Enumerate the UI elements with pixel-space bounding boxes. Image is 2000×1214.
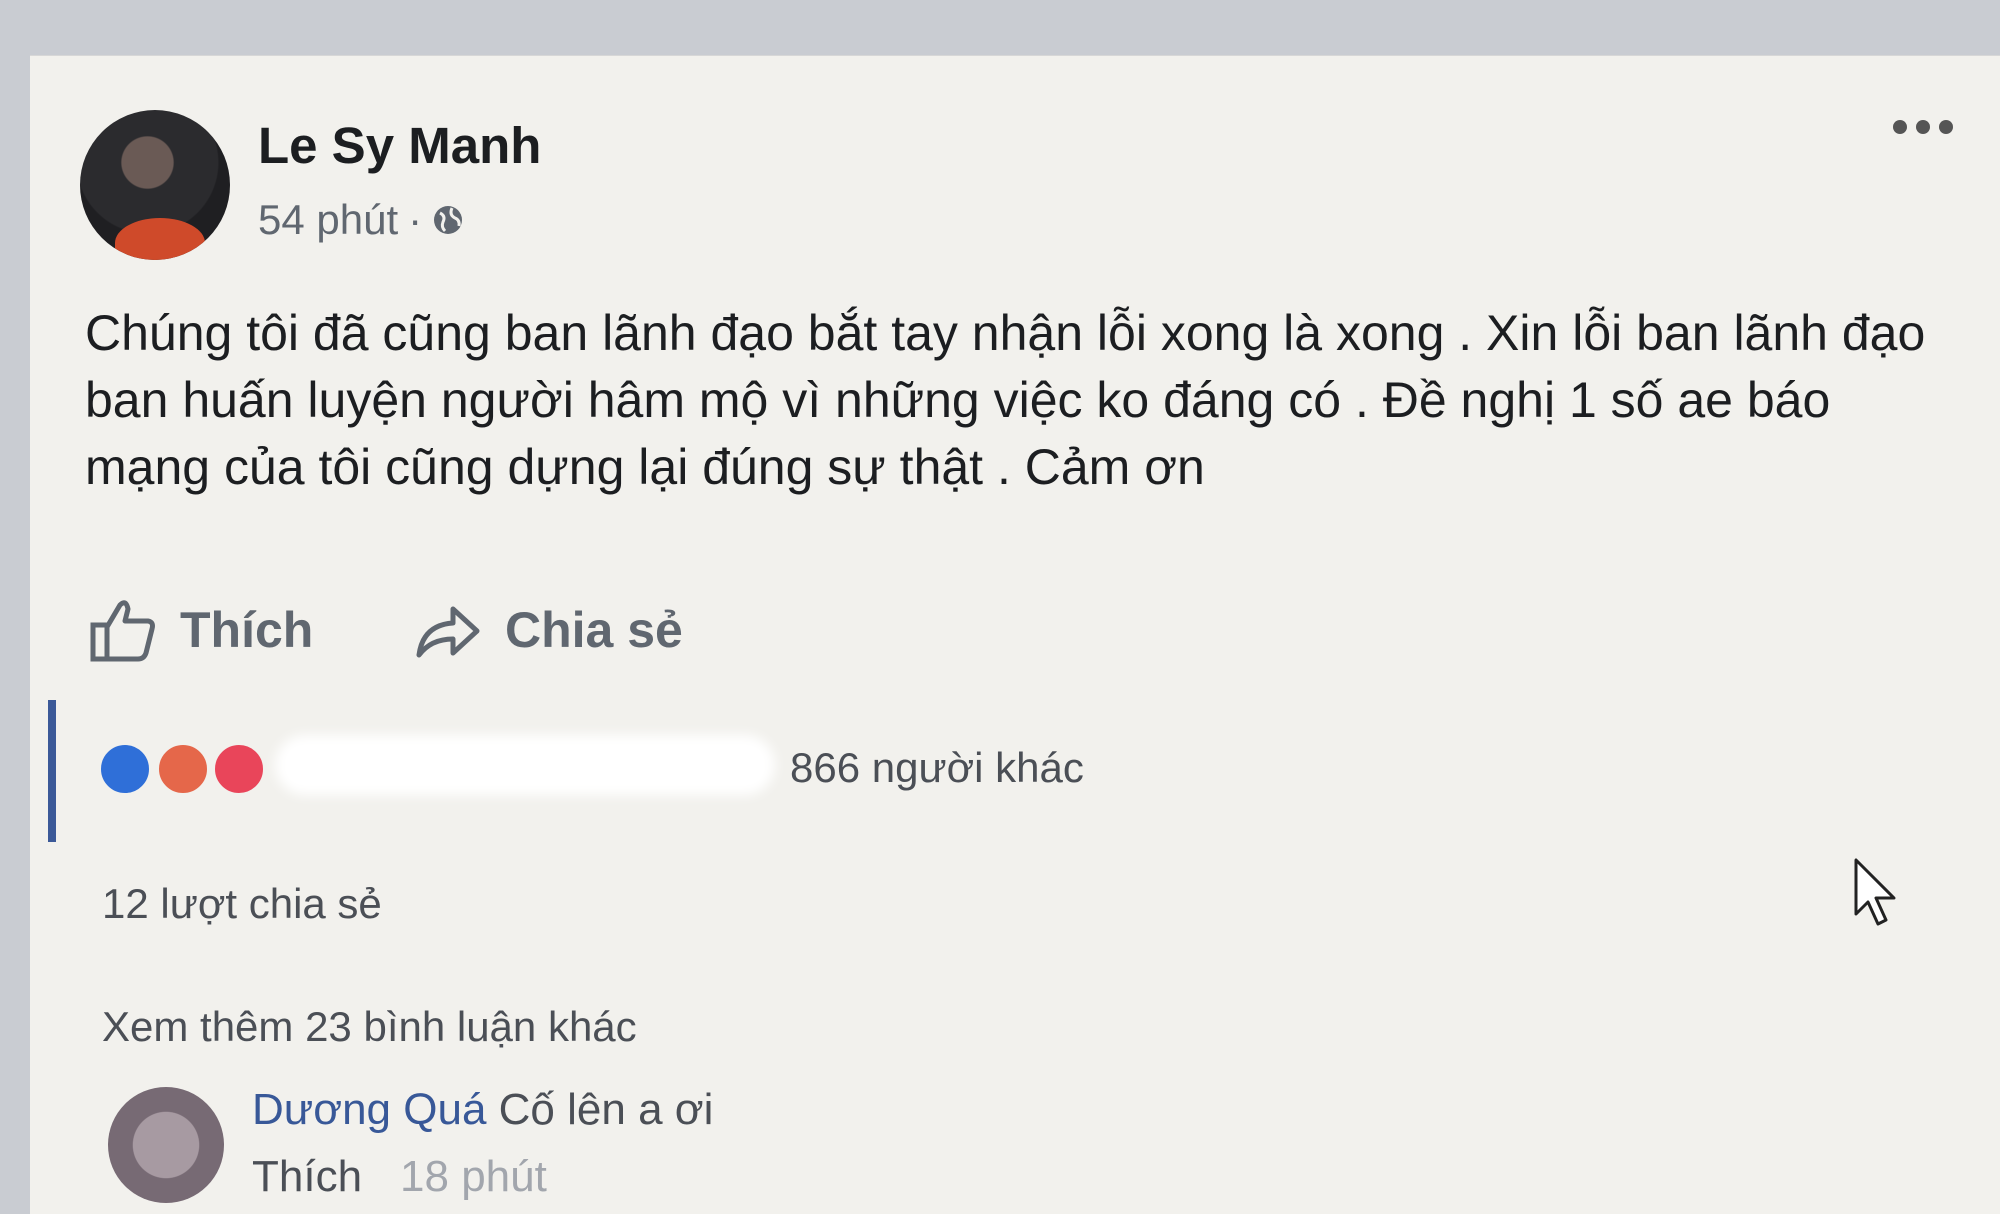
comment-time[interactable]: 18 phút [400,1152,547,1202]
comment-author[interactable]: Dương Quá [252,1085,486,1134]
comment-body: Dương Quá Cố lên a ơi [252,1085,713,1135]
love-reaction-icon [212,742,266,796]
post-time[interactable]: 54 phút [258,196,398,244]
meta-separator: · [408,196,423,243]
comment-actions: Thích 18 phút [252,1152,547,1202]
like-label: Thích [180,602,314,658]
reaction-icons[interactable] [98,742,278,798]
accent-bar [48,700,56,842]
shares-count[interactable]: 12 lượt chia sẻ [102,880,382,928]
share-arrow-icon [416,606,480,658]
like-button[interactable]: Thích [88,590,313,670]
view-more-comments-link[interactable]: Xem thêm 23 bình luận khác [102,1003,637,1051]
redacted-names [275,735,775,795]
comment-text: Cố lên a ơi [498,1085,714,1134]
comment-like-button[interactable]: Thích [252,1152,362,1202]
share-button[interactable]: Chia sẻ [413,590,683,670]
author-avatar[interactable] [80,110,230,260]
like-reaction-icon [98,742,152,796]
author-name[interactable]: Le Sy Manh [258,116,541,175]
comment-avatar[interactable] [108,1087,224,1203]
post-text: Chúng tôi đã cũng ban lãnh đạo bắt tay n… [85,305,1926,495]
reactions-count[interactable]: 866 người khác [790,744,1084,792]
post-meta: 54 phút · [258,196,464,244]
thumbs-up-icon [90,600,155,662]
globe-icon[interactable] [432,204,464,236]
mouse-cursor-icon [1854,858,1896,926]
more-options-icon[interactable] [1893,112,1953,142]
angry-reaction-icon [156,742,210,796]
share-label: Chia sẻ [505,602,683,658]
